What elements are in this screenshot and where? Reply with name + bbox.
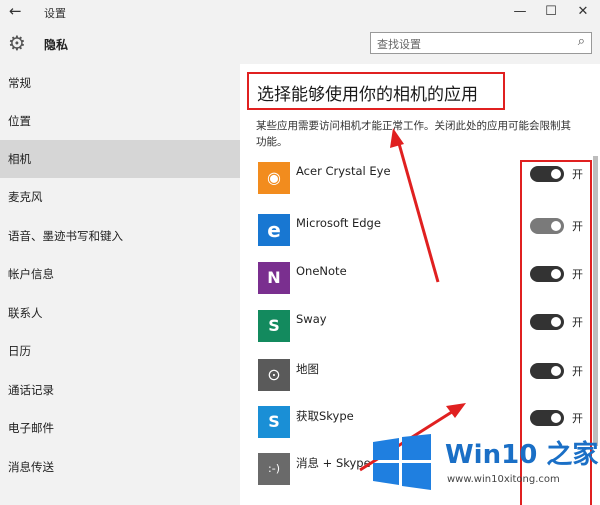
- windows-logo-icon: [373, 434, 431, 490]
- watermark: Win10 之家 www.win10xitong.com: [365, 420, 600, 505]
- annotation-arrowhead-right: [446, 403, 466, 418]
- annotation-arrowhead-up: [390, 128, 404, 148]
- annotation-arrow-up: [396, 139, 440, 283]
- watermark-brand: Win10 之家: [445, 440, 599, 470]
- watermark-url: www.win10xitong.com: [447, 474, 560, 485]
